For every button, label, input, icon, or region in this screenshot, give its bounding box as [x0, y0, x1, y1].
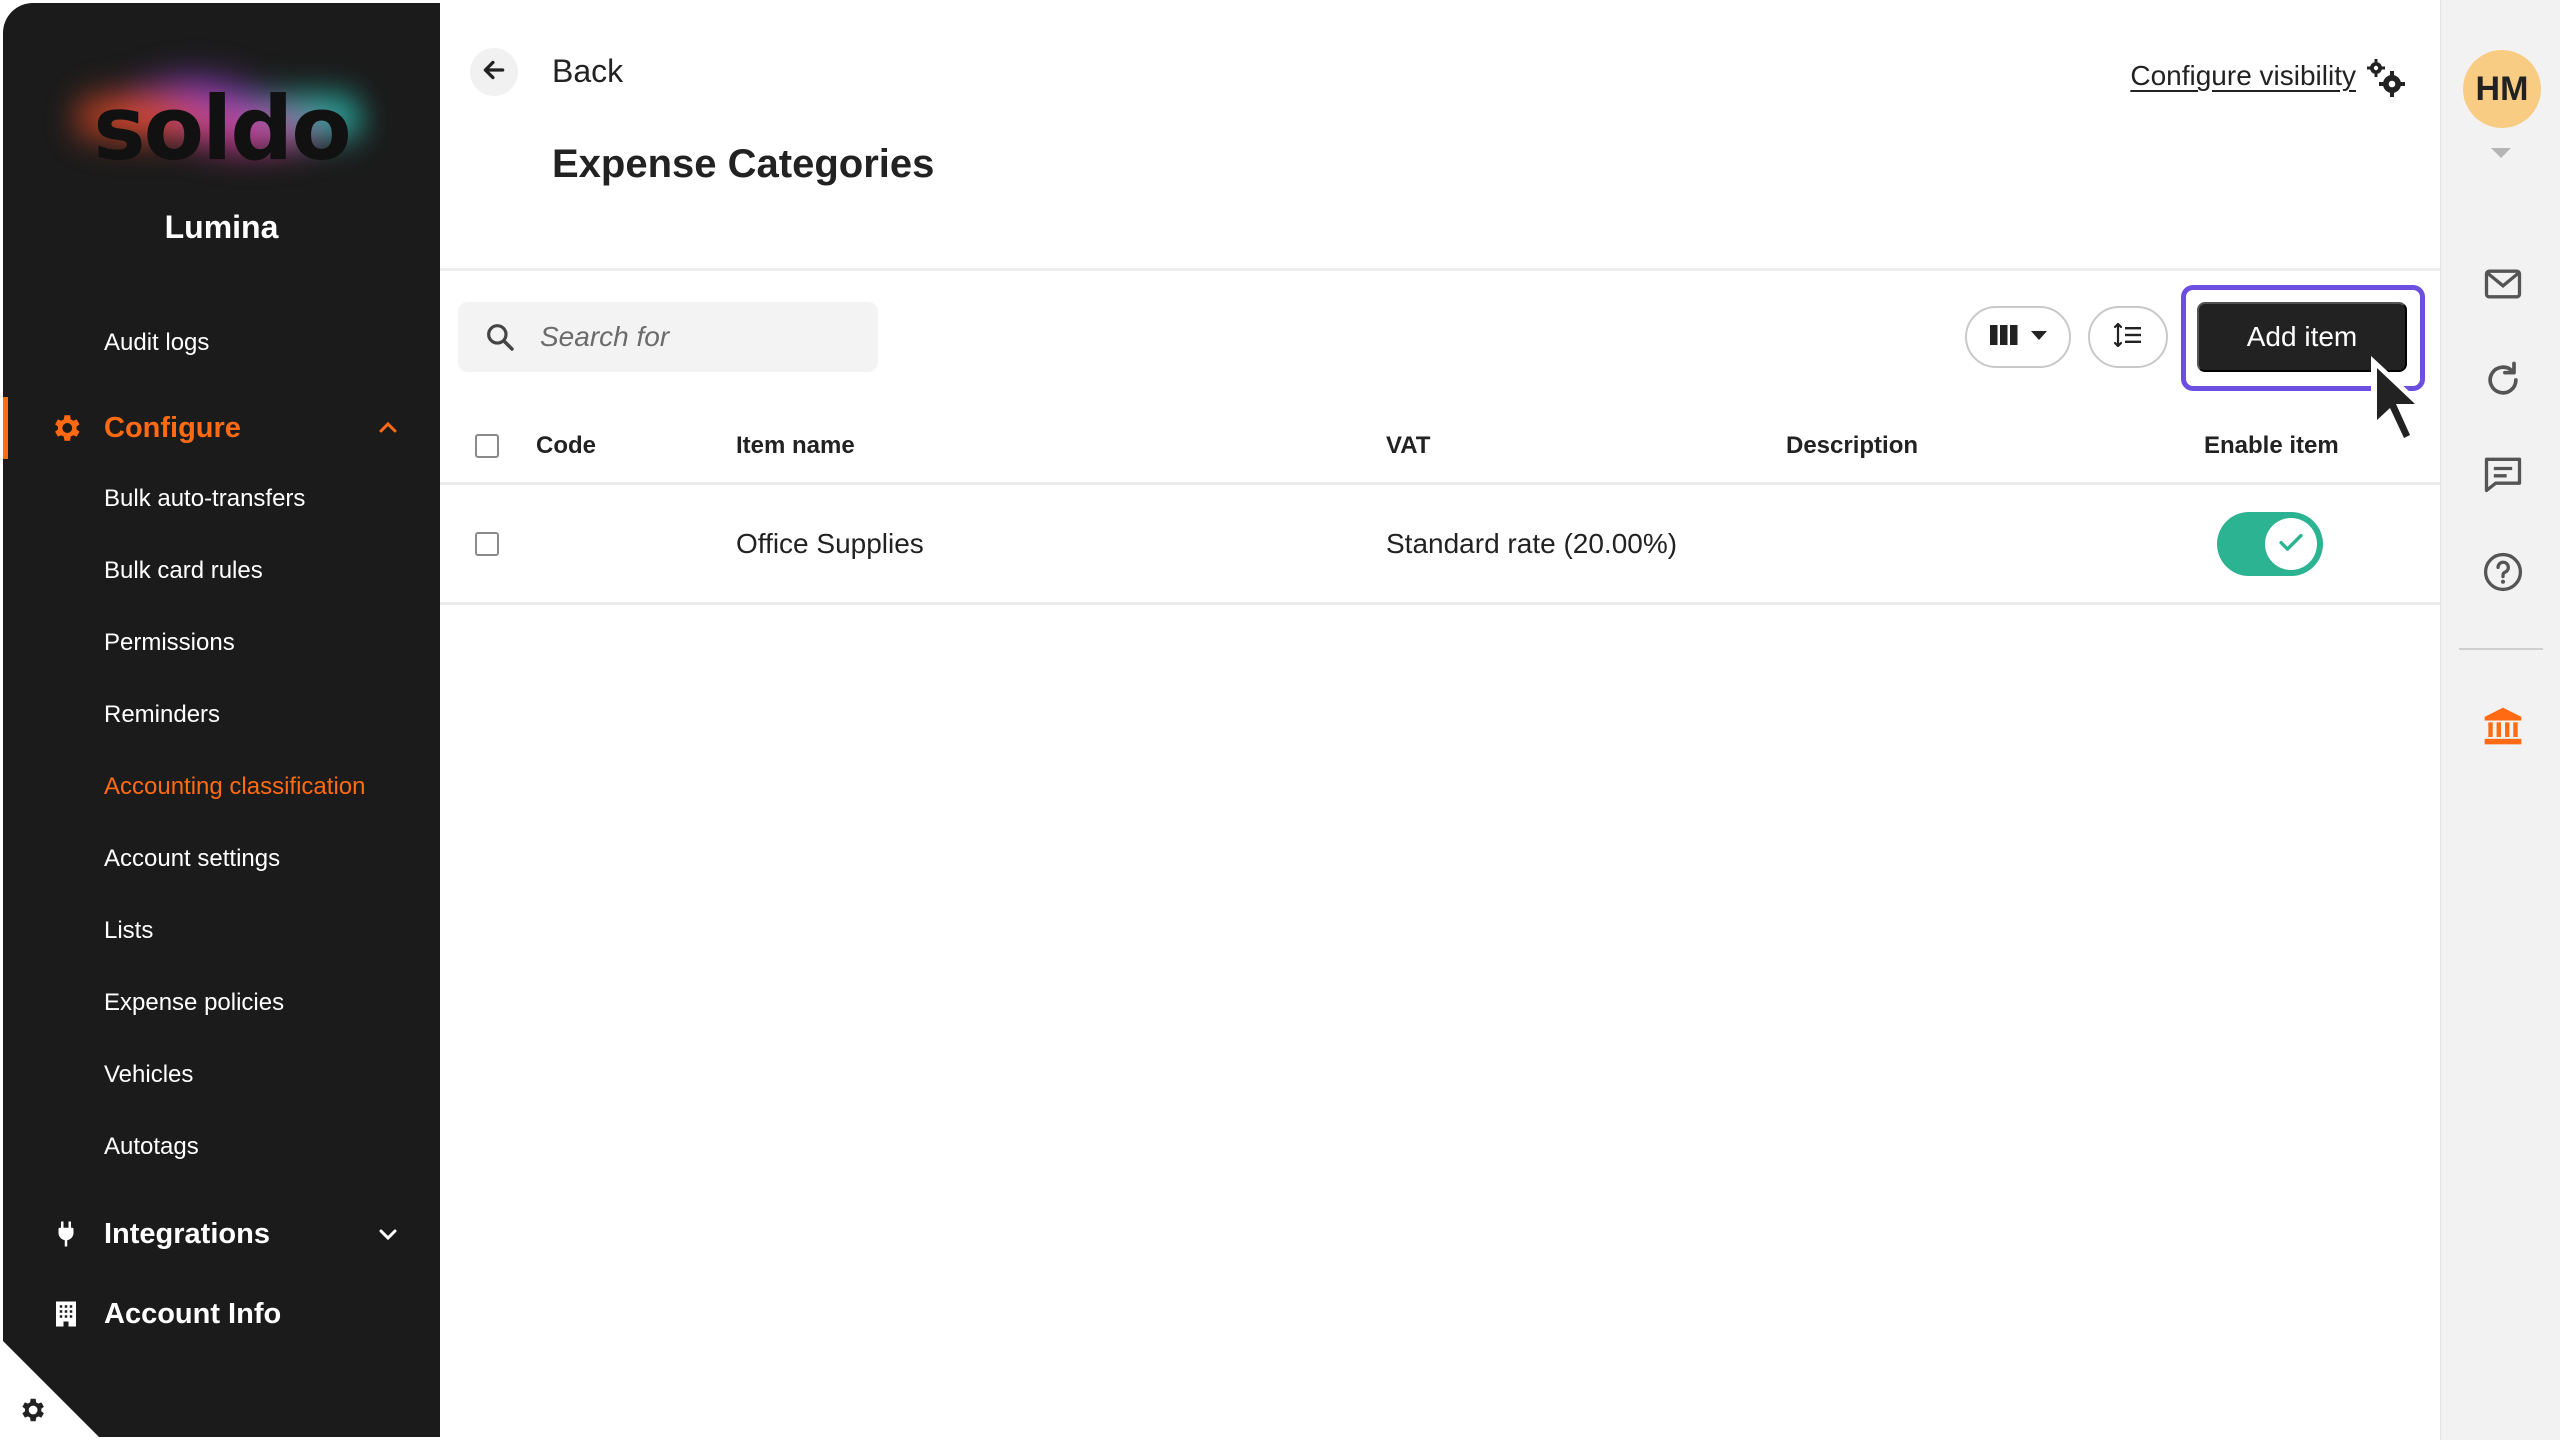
sidebar-item-label: Account settings — [104, 845, 281, 872]
sidebar-item-label: Accounting classification — [104, 773, 366, 800]
sidebar-item-label: Bulk auto-transfers — [104, 485, 306, 512]
app-window: soldo Lumina Audit logs Configure Bulk a… — [0, 0, 2560, 1440]
table-row[interactable]: Office Supplies Standard rate (20.00%) — [440, 485, 2440, 605]
back-label[interactable]: Back — [552, 53, 623, 90]
chat-icon[interactable] — [2481, 452, 2525, 496]
columns-menu-button[interactable] — [1965, 306, 2071, 368]
configure-visibility-link[interactable]: Configure visibility — [2130, 60, 2356, 92]
sidebar-section-configure[interactable]: Configure — [3, 393, 440, 463]
columns-icon — [1989, 323, 2019, 352]
cell-item-name: Office Supplies — [736, 527, 924, 559]
settings-gear-icon[interactable] — [17, 1395, 47, 1425]
sidebar-item-label: Expense policies — [104, 989, 285, 1016]
gears-icon[interactable] — [2364, 56, 2408, 100]
sidebar-section-label: Configure — [104, 411, 241, 444]
sidebar-item-bulk-auto-transfers[interactable]: Bulk auto-transfers — [3, 469, 440, 529]
avatar-caret-icon[interactable] — [2491, 148, 2511, 158]
arrow-left-icon — [481, 57, 507, 88]
check-icon — [2274, 525, 2308, 564]
bank-icon[interactable] — [2481, 704, 2525, 748]
enable-item-toggle[interactable] — [2217, 512, 2323, 576]
select-all-checkbox[interactable] — [475, 434, 499, 458]
sidebar-item-autotags[interactable]: Autotags — [3, 1117, 440, 1177]
help-icon[interactable] — [2481, 550, 2525, 594]
sidebar-section-label: Integrations — [104, 1217, 270, 1250]
sidebar-item-accounting-classification[interactable]: Accounting classification — [3, 757, 440, 817]
sidebar-section-label: Account Info — [104, 1297, 282, 1330]
toggle-knob — [2265, 518, 2317, 570]
sidebar-item-reminders[interactable]: Reminders — [3, 685, 440, 745]
table-header: Code Item name VAT Description Enable it… — [440, 410, 2440, 485]
sort-button[interactable] — [2088, 306, 2168, 368]
sidebar: soldo Lumina Audit logs Configure Bulk a… — [3, 3, 440, 1437]
mouse-pointer-icon — [2365, 352, 2449, 452]
sidebar-item-label: Reminders — [104, 701, 221, 728]
page-title: Expense Categories — [552, 142, 935, 186]
logo-text: soldo — [93, 77, 351, 180]
search-input[interactable] — [540, 321, 860, 353]
right-rail: HM — [2440, 0, 2560, 1440]
gear-icon — [49, 411, 83, 445]
sidebar-item-label: Audit logs — [104, 329, 210, 356]
caret-down-icon — [2031, 328, 2047, 346]
main-content: Back Expense Categories Configure visibi… — [440, 0, 2440, 1440]
plug-icon — [49, 1217, 83, 1251]
sort-list-icon — [2113, 321, 2143, 354]
organization-name: Lumina — [164, 209, 279, 245]
column-header-code[interactable]: Code — [536, 410, 596, 482]
rail-divider — [2459, 648, 2543, 650]
row-checkbox[interactable] — [475, 531, 499, 556]
column-header-item-name[interactable]: Item name — [736, 410, 855, 482]
user-avatar[interactable]: HM — [2463, 50, 2541, 128]
sidebar-item-lists[interactable]: Lists — [3, 901, 440, 961]
sidebar-item-label: Bulk card rules — [104, 557, 263, 584]
sidebar-item-label: Autotags — [104, 1133, 199, 1160]
sidebar-item-label: Permissions — [104, 629, 235, 656]
sidebar-section-integrations[interactable]: Integrations — [3, 1199, 440, 1269]
sidebar-section-account-info[interactable]: Account Info — [3, 1279, 440, 1349]
sidebar-item-account-settings[interactable]: Account settings — [3, 829, 440, 889]
column-header-enable-item[interactable]: Enable item — [2204, 410, 2339, 482]
back-button[interactable] — [470, 48, 518, 96]
soldo-logo: soldo — [3, 43, 440, 203]
mail-icon[interactable] — [2481, 262, 2525, 306]
column-header-description[interactable]: Description — [1786, 410, 1918, 482]
column-header-vat[interactable]: VAT — [1386, 410, 1430, 482]
sidebar-item-label: Vehicles — [104, 1061, 194, 1088]
sidebar-item-audit-logs[interactable]: Audit logs — [3, 313, 440, 373]
refresh-icon[interactable] — [2481, 358, 2525, 402]
cell-vat: Standard rate (20.00%) — [1386, 527, 1678, 559]
chevron-down-icon — [374, 1220, 402, 1248]
search-box[interactable] — [458, 302, 878, 372]
sidebar-item-vehicles[interactable]: Vehicles — [3, 1045, 440, 1105]
sidebar-item-bulk-card-rules[interactable]: Bulk card rules — [3, 541, 440, 601]
sidebar-item-expense-policies[interactable]: Expense policies — [3, 973, 440, 1033]
search-icon — [484, 321, 516, 353]
building-icon — [49, 1297, 83, 1331]
header-divider — [440, 268, 2440, 271]
chevron-up-icon — [374, 414, 402, 442]
sidebar-item-label: Lists — [104, 917, 154, 944]
sidebar-item-permissions[interactable]: Permissions — [3, 613, 440, 673]
